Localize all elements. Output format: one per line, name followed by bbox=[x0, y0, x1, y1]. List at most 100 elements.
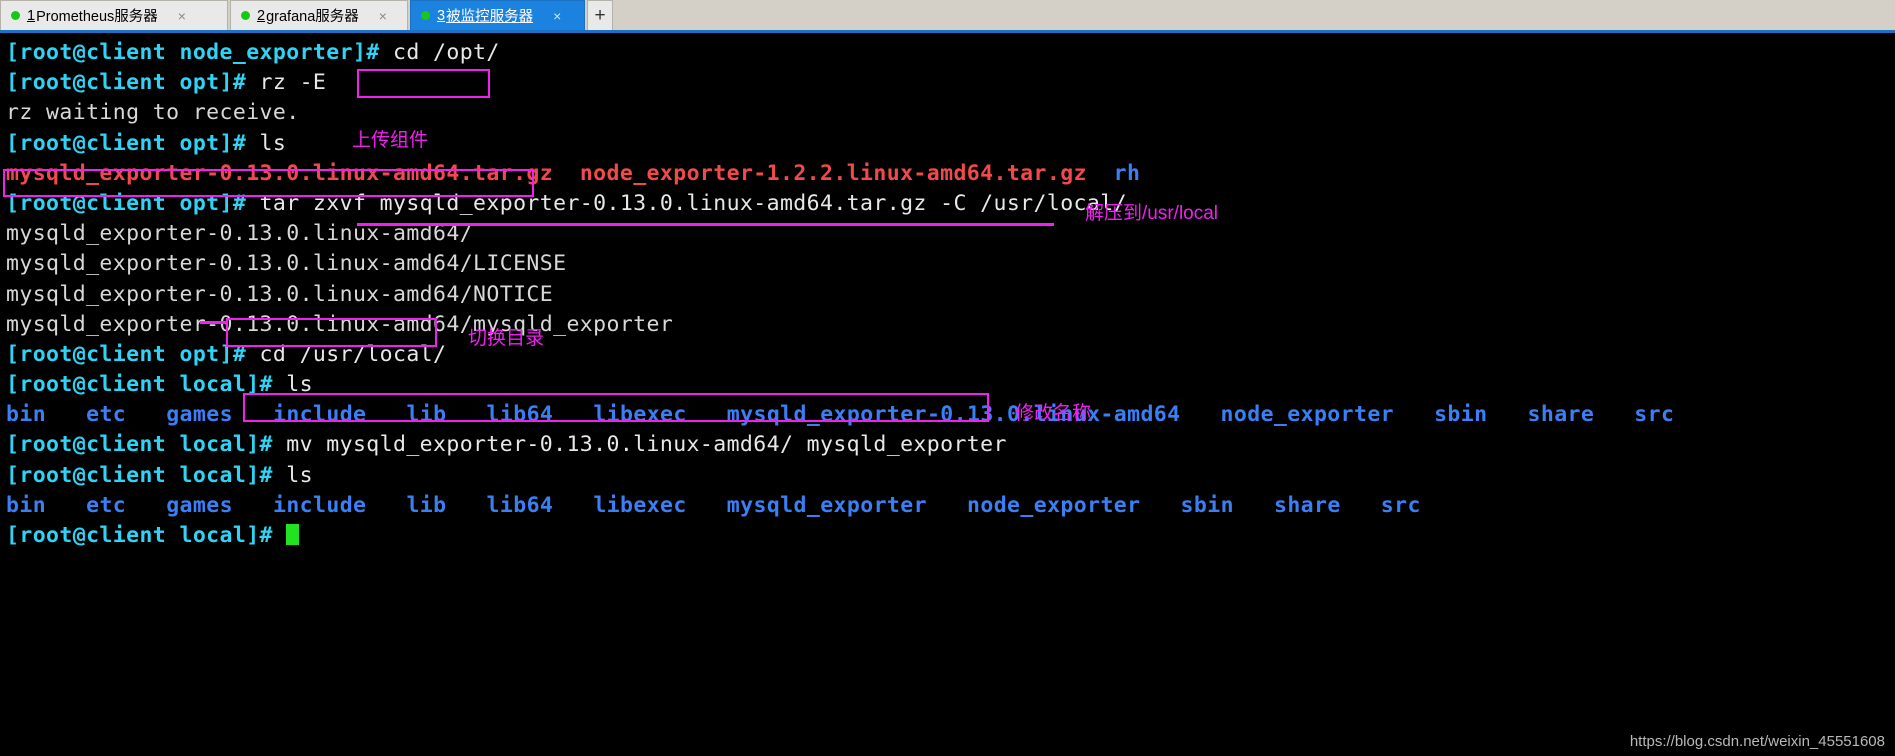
terminal-line: [root@client node_exporter]# cd /opt/ bbox=[6, 38, 1895, 68]
archive-entry: mysqld_exporter-0.13.0.linux-amd64.tar.g… bbox=[6, 160, 554, 186]
directory-entry: node_exporter bbox=[1220, 402, 1395, 428]
terminal-line: bin etc games include lib lib64 libexec … bbox=[6, 400, 1895, 430]
terminal-line: [root@client local]# ls bbox=[6, 461, 1895, 491]
shell-command: cd /usr/local/ bbox=[246, 341, 447, 367]
new-tab-button[interactable]: + bbox=[587, 0, 613, 30]
directory-entry: src bbox=[1634, 402, 1675, 428]
shell-command: ls bbox=[272, 462, 313, 488]
terminal-line: mysqld_exporter-0.13.0.linux-amd64.tar.g… bbox=[6, 159, 1895, 189]
directory-entry: sbin bbox=[1434, 402, 1488, 428]
directory-entry: rh bbox=[1113, 160, 1141, 186]
directory-entry: libexec bbox=[593, 492, 687, 518]
directory-entry: games bbox=[166, 492, 233, 518]
tab-label: 被监控服务器 bbox=[446, 9, 534, 25]
command-output: mysqld_exporter-0.13.0.linux-amd64/NOTIC… bbox=[6, 281, 554, 307]
terminal-line: [root@client opt]# tar zxvf mysqld_expor… bbox=[6, 189, 1895, 219]
close-icon[interactable]: × bbox=[547, 9, 567, 23]
shell-command: ls bbox=[246, 130, 287, 156]
shell-command: tar zxvf mysqld_exporter-0.13.0.linux-am… bbox=[246, 190, 1127, 216]
shell-prompt: [root@client local]# bbox=[6, 523, 273, 548]
directory-entry: lib bbox=[406, 402, 447, 428]
directory-entry: include bbox=[272, 492, 367, 518]
terminal-line: mysqld_exporter-0.13.0.linux-amd64/NOTIC… bbox=[6, 280, 1895, 310]
shell-command: mv mysqld_exporter-0.13.0.linux-amd64/ m… bbox=[272, 432, 1007, 458]
command-output: mysqld_exporter-0.13.0.linux-amd64/LICEN… bbox=[6, 251, 567, 277]
terminal-line: [root@client local]# bbox=[6, 521, 1895, 551]
status-dot-icon bbox=[11, 11, 20, 20]
terminal-line: mysqld_exporter-0.13.0.linux-amd64/ bbox=[6, 219, 1895, 249]
directory-entry: include bbox=[272, 402, 367, 428]
directory-entry: mysqld_exporter bbox=[726, 492, 927, 518]
terminal-line: [root@client opt]# rz -E bbox=[6, 68, 1895, 98]
directory-entry: lib64 bbox=[486, 402, 554, 428]
terminal-line: [root@client local]# ls bbox=[6, 370, 1895, 400]
tab-number: 3 bbox=[437, 7, 446, 24]
directory-entry: games bbox=[166, 402, 233, 428]
shell-command: cd /opt/ bbox=[379, 40, 500, 65]
status-dot-icon bbox=[421, 11, 430, 20]
terminal-line: mysqld_exporter-0.13.0.linux-amd64/mysql… bbox=[6, 310, 1895, 340]
directory-entry: etc bbox=[86, 492, 127, 518]
shell-command bbox=[273, 523, 286, 548]
shell-command: rz -E bbox=[246, 70, 327, 96]
shell-prompt: [root@client opt]# bbox=[6, 190, 247, 216]
status-dot-icon bbox=[241, 11, 250, 20]
shell-prompt: [root@client local]# bbox=[6, 462, 273, 488]
directory-entry: sbin bbox=[1180, 492, 1234, 518]
watermark: https://blog.csdn.net/weixin_45551608 bbox=[1629, 733, 1885, 750]
directory-entry: src bbox=[1380, 492, 1421, 518]
directory-entry: mysqld_exporter-0.13.0.linux-amd64 bbox=[726, 402, 1181, 428]
shell-prompt: [root@client opt]# bbox=[6, 341, 247, 367]
directory-entry: lib bbox=[406, 492, 447, 518]
shell-prompt: [root@client node_exporter]# bbox=[6, 40, 380, 65]
tab-monitored-server[interactable]: 3 被监控服务器 × bbox=[410, 0, 585, 30]
close-icon[interactable]: × bbox=[373, 9, 393, 23]
tab-number: 1 bbox=[27, 7, 36, 24]
directory-entry: lib64 bbox=[486, 492, 554, 518]
close-icon[interactable]: × bbox=[172, 9, 192, 23]
directory-entry: share bbox=[1273, 492, 1341, 518]
directory-entry: bin bbox=[6, 402, 47, 428]
terminal-line: bin etc games include lib lib64 libexec … bbox=[6, 491, 1895, 521]
tab-label: grafana服务器 bbox=[266, 9, 359, 25]
terminal-line: rz waiting to receive. bbox=[6, 98, 1895, 128]
tab-prometheus-server[interactable]: 1 Prometheus服务器 × bbox=[0, 0, 228, 30]
terminal-line: [root@client local]# mv mysqld_exporter-… bbox=[6, 430, 1895, 460]
directory-entry: node_exporter bbox=[967, 492, 1141, 518]
terminal-line: mysqld_exporter-0.13.0.linux-amd64/LICEN… bbox=[6, 249, 1895, 279]
directory-entry: etc bbox=[86, 402, 127, 428]
command-output: mysqld_exporter-0.13.0.linux-amd64/ bbox=[6, 221, 474, 247]
command-output: mysqld_exporter-0.13.0.linux-amd64/mysql… bbox=[6, 311, 674, 337]
terminal-window: 1 Prometheus服务器 × 2 grafana服务器 × 3 被监控服务… bbox=[0, 0, 1895, 756]
directory-entry: libexec bbox=[593, 402, 687, 428]
shell-prompt: [root@client opt]# bbox=[6, 70, 247, 96]
terminal-output[interactable]: [root@client node_exporter]# cd /opt/[ro… bbox=[0, 33, 1895, 756]
tab-number: 2 bbox=[257, 7, 266, 24]
directory-entry: share bbox=[1527, 402, 1595, 428]
shell-prompt: [root@client local]# bbox=[6, 372, 273, 398]
tab-grafana-server[interactable]: 2 grafana服务器 × bbox=[230, 0, 408, 30]
shell-command: ls bbox=[272, 372, 313, 398]
